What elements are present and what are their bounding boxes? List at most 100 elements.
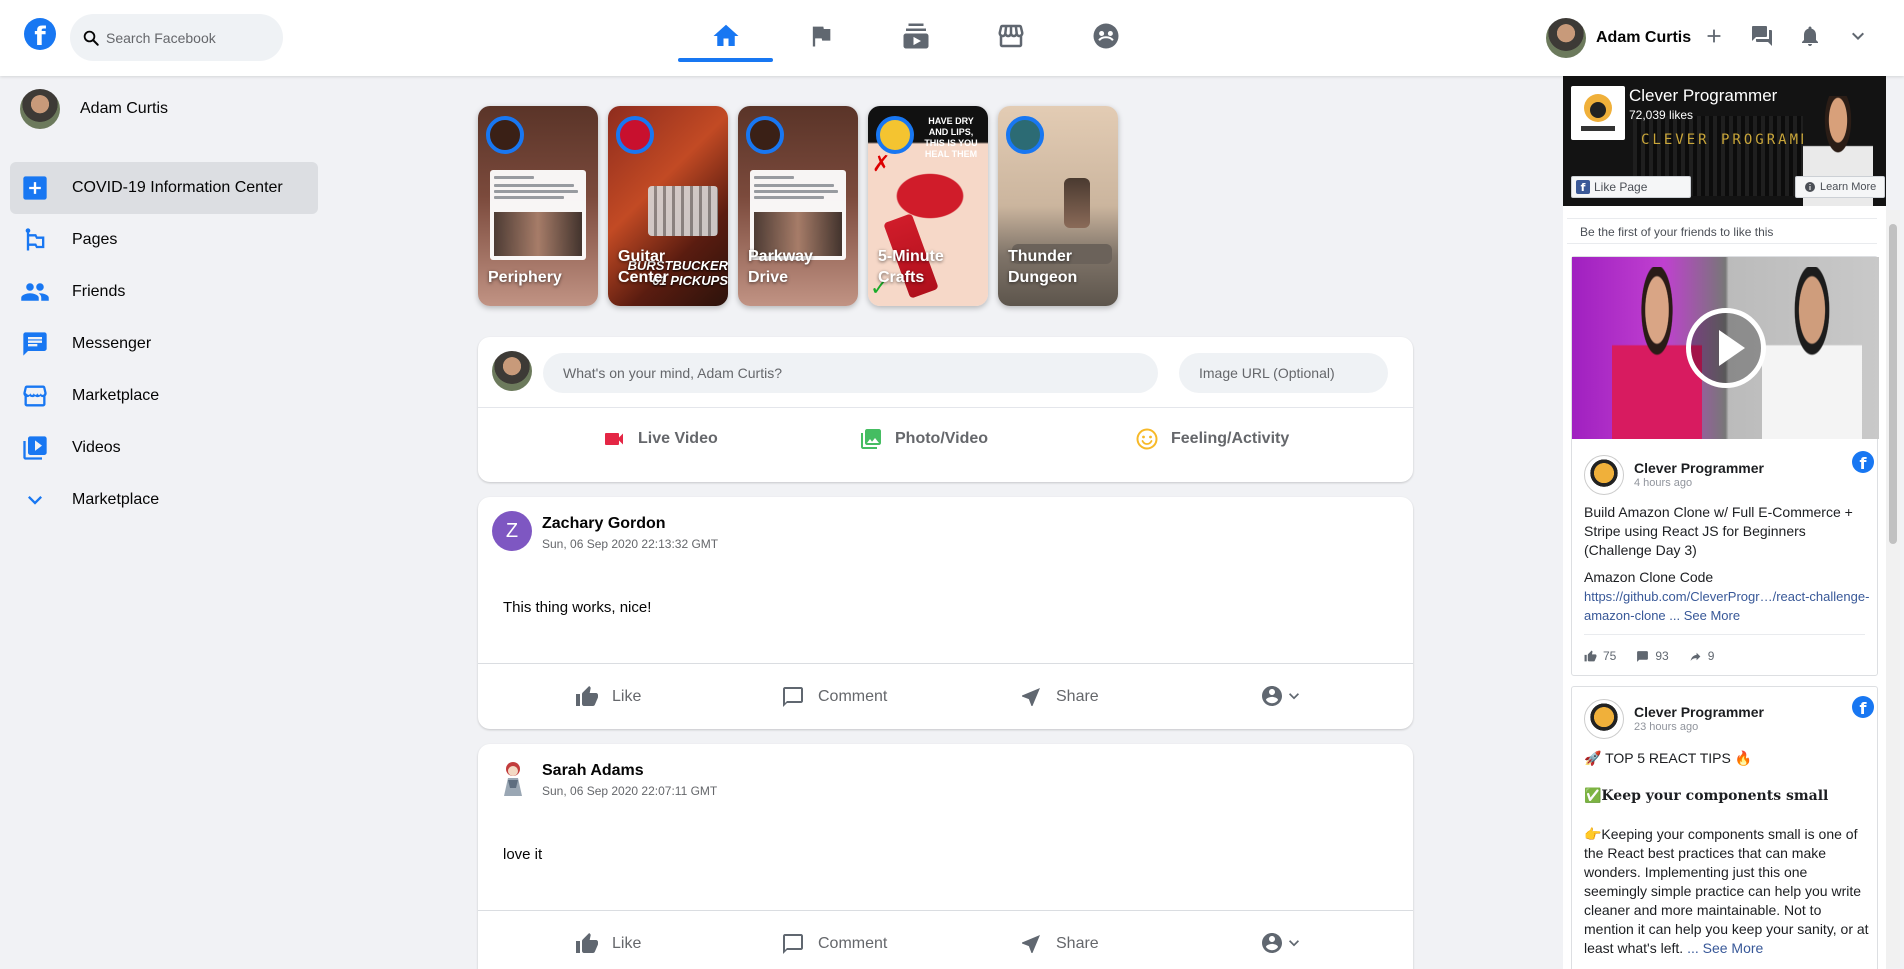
widget-post-author[interactable]: Clever Programmer <box>1634 460 1764 476</box>
share-button[interactable]: Share <box>1018 684 1099 710</box>
share-button[interactable]: Share <box>1018 931 1099 957</box>
thumb-up-icon <box>1584 650 1597 661</box>
emoji-flags-icon <box>20 225 50 255</box>
video-thumbnail[interactable] <box>1572 257 1879 439</box>
message-input[interactable] <box>543 353 1158 393</box>
groups-icon[interactable] <box>1086 16 1126 56</box>
story-avatar <box>616 116 654 154</box>
sidebar-item-covid[interactable]: COVID-19 Information Center <box>10 162 318 214</box>
story-card[interactable]: Thunder Dungeon <box>998 106 1118 306</box>
feeling-activity-button[interactable]: Feeling/Activity <box>1135 427 1289 451</box>
facebook-icon[interactable]: f <box>1852 451 1874 473</box>
story-card[interactable]: Periphery <box>478 106 598 306</box>
account-circle-icon <box>1262 933 1282 953</box>
widget-post-text: Build Amazon Clone w/ Full E-Commerce + … <box>1584 504 1853 558</box>
photo-video-label: Photo/Video <box>895 430 989 447</box>
search-bar[interactable] <box>70 14 283 61</box>
widget-scrollbar[interactable] <box>1886 210 1900 968</box>
likes-count[interactable]: 75 <box>1584 649 1616 663</box>
widget-post-subtitle: Amazon Clone Code <box>1584 569 1714 585</box>
flag-icon[interactable] <box>801 16 841 56</box>
avatar <box>504 762 522 796</box>
expand-more-icon <box>1289 693 1299 700</box>
expand-more-icon <box>1289 940 1299 947</box>
see-more-link[interactable]: ... See More <box>1687 940 1763 956</box>
learn-more-label: Learn More <box>1820 181 1877 193</box>
story-avatar <box>486 116 524 154</box>
facebook-logo-icon[interactable]: f <box>24 18 56 50</box>
widget-post-author[interactable]: Clever Programmer <box>1634 704 1764 720</box>
local-hospital-icon <box>20 173 50 203</box>
story-avatar <box>876 116 914 154</box>
profile-chip[interactable]: Adam Curtis <box>1546 18 1691 58</box>
subscriptions-icon[interactable] <box>896 16 936 56</box>
share-label: Share <box>1056 688 1099 705</box>
sidebar-item-pages[interactable]: Pages <box>10 214 318 266</box>
widget-post-time: 4 hours ago <box>1634 477 1693 489</box>
page-likes: 72,039 likes <box>1629 108 1694 122</box>
live-video-label: Live Video <box>638 430 718 447</box>
sidebar-item-videos[interactable]: Videos <box>10 422 318 474</box>
forum-icon[interactable] <box>1748 22 1776 50</box>
page-name[interactable]: Clever Programmer <box>1629 86 1777 106</box>
storefront-icon <box>20 381 50 411</box>
divider <box>478 407 1413 408</box>
avatar <box>1584 455 1624 495</box>
widget-post-time: 23 hours ago <box>1634 721 1699 733</box>
widget-post-line: 🚀 TOP 5 REACT TIPS 🔥 <box>1584 750 1753 766</box>
sidebar-item-label: Pages <box>72 231 118 248</box>
page-cover: CLEVER PROGRAMMER Clever Programmer 72,0… <box>1563 76 1886 206</box>
expand-more-icon[interactable] <box>1844 22 1872 50</box>
sidebar-item-see-more[interactable]: Marketplace <box>10 474 318 526</box>
sidebar-item-profile[interactable]: Adam Curtis <box>10 83 318 135</box>
facebook-icon: f <box>1576 180 1590 194</box>
storefront-icon[interactable] <box>991 16 1031 56</box>
add-icon[interactable] <box>1700 22 1728 50</box>
facebook-icon[interactable]: f <box>1852 696 1874 718</box>
photo-library-icon <box>859 427 883 451</box>
sidebar-item-label: Marketplace <box>72 491 160 508</box>
sidebar-item-messenger[interactable]: Messenger <box>10 318 318 370</box>
live-video-button[interactable]: Live Video <box>602 427 718 451</box>
post-author[interactable]: Sarah Adams <box>542 762 644 780</box>
account-menu-button[interactable] <box>1260 684 1304 708</box>
top-header: f Adam Curtis <box>0 0 1904 76</box>
photo-video-button[interactable]: Photo/Video <box>859 427 988 451</box>
widget-post-stats: 75 93 9 <box>1584 649 1734 663</box>
story-card[interactable]: BURSTBUCKER '61 PICKUPS Guitar Center <box>608 106 728 306</box>
notifications-icon[interactable] <box>1796 22 1824 50</box>
page-logo[interactable] <box>1571 86 1625 140</box>
account-circle-icon <box>1262 686 1282 706</box>
story-label: Parkway Drive <box>748 248 813 286</box>
like-button[interactable]: Like <box>574 684 641 710</box>
story-avatar <box>746 116 784 154</box>
account-menu-button[interactable] <box>1260 931 1304 955</box>
image-url-input[interactable] <box>1179 353 1388 393</box>
story-label: Guitar Center <box>618 248 669 286</box>
story-card[interactable]: HAVE DRY AND LIPS, THIS IS YOU HEAL THEM… <box>868 106 988 306</box>
search-input[interactable] <box>106 29 266 46</box>
sidebar-item-label: COVID-19 Information Center <box>72 179 283 196</box>
comment-button[interactable]: Comment <box>780 931 887 957</box>
comment-button[interactable]: Comment <box>780 684 887 710</box>
shares-count[interactable]: 9 <box>1689 649 1714 663</box>
like-page-button[interactable]: f Like Page <box>1571 176 1691 198</box>
scrollbar-thumb[interactable] <box>1889 224 1897 544</box>
avatar <box>492 351 532 391</box>
sidebar-item-marketplace[interactable]: Marketplace <box>10 370 318 422</box>
comment-label: Comment <box>818 688 888 705</box>
divider <box>478 910 1413 911</box>
sidebar-item-friends[interactable]: Friends <box>10 266 318 318</box>
learn-more-button[interactable]: Learn More <box>1795 176 1885 198</box>
home-icon[interactable] <box>706 16 746 56</box>
play-icon[interactable] <box>1686 308 1766 388</box>
comments-count[interactable]: 93 <box>1636 649 1669 663</box>
post-author[interactable]: Zachary Gordon <box>542 515 666 533</box>
story-card[interactable]: Parkway Drive <box>738 106 858 306</box>
near-me-icon <box>1018 684 1044 710</box>
people-icon <box>20 277 50 307</box>
page-plugin-widget: CLEVER PROGRAMMER Clever Programmer 72,0… <box>1563 76 1886 969</box>
see-more-link[interactable]: ... See More <box>1669 608 1740 623</box>
likes-value: 75 <box>1603 649 1617 663</box>
like-button[interactable]: Like <box>574 931 641 957</box>
